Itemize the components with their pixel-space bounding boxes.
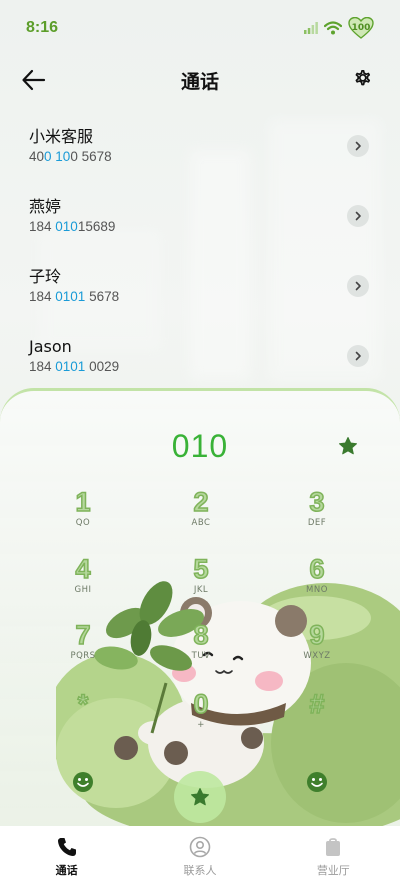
dial-key-0[interactable]: 0 + <box>161 688 241 745</box>
star-icon <box>191 788 209 806</box>
contact-number: 184 0101 5678 <box>29 289 120 304</box>
phone-icon <box>57 838 76 856</box>
contact-name: 子玲 <box>29 267 62 286</box>
contact-number: 184 0101 0029 <box>29 359 120 374</box>
chevron-right-icon[interactable] <box>347 135 369 157</box>
gear-icon[interactable] <box>350 66 374 90</box>
dial-key-8[interactable]: 8 TUV <box>161 619 241 676</box>
contact-number: 184 01015689 <box>29 219 116 234</box>
call-button[interactable] <box>174 771 226 823</box>
dial-key-3[interactable]: 3 DEF <box>277 486 357 543</box>
contact-name: Jason <box>29 337 72 356</box>
dial-key-9[interactable]: 9 WXYZ <box>277 619 357 676</box>
smiley-icon[interactable] <box>72 771 94 793</box>
tab-label: 联系人 <box>183 864 217 877</box>
tab-service-hall[interactable]: 营业厅 <box>267 826 400 889</box>
dial-key-5[interactable]: 5 JKL <box>161 553 241 610</box>
star-icon[interactable] <box>338 436 358 456</box>
contact-list: 小米客服 400 100 5678 燕婷 184 01015689 子玲 184… <box>0 112 400 392</box>
page-title: 通话 <box>180 70 219 93</box>
contact-item[interactable]: 小米客服 400 100 5678 <box>0 112 400 182</box>
dial-key-1[interactable]: 1 QO <box>43 486 123 543</box>
tab-contacts[interactable]: 联系人 <box>133 826 266 889</box>
tab-label: 通话 <box>55 864 78 877</box>
dial-key-4[interactable]: 4 GHI <box>43 553 123 610</box>
contact-name: 小米客服 <box>29 127 94 146</box>
tab-label: 营业厅 <box>316 864 350 877</box>
status-icons: 100 <box>304 17 374 39</box>
arrow-left-icon[interactable] <box>20 66 48 94</box>
contact-item[interactable]: 燕婷 184 01015689 <box>0 182 400 252</box>
dial-key-6[interactable]: 6 MNO <box>277 553 357 610</box>
shopping-bag-icon <box>326 838 341 856</box>
status-bar: 8:16 100 <box>0 0 400 56</box>
dial-key-hash[interactable]: # <box>277 688 357 745</box>
wifi-icon <box>324 21 342 35</box>
status-time: 8:16 <box>26 19 59 36</box>
signal-icon <box>304 22 318 34</box>
chevron-right-icon[interactable] <box>347 205 369 227</box>
dial-key-star[interactable]: * <box>43 688 123 745</box>
contacts-icon <box>189 836 211 858</box>
contact-name: 燕婷 <box>29 197 62 216</box>
chevron-right-icon[interactable] <box>347 345 369 367</box>
bottom-tab-bar: 通话 联系人 营业厅 <box>0 826 400 889</box>
battery-heart-icon: 100 <box>348 17 374 39</box>
contact-item[interactable]: 子玲 184 0101 5678 <box>0 252 400 322</box>
header: 通话 <box>0 58 400 102</box>
battery-level: 100 <box>351 23 371 33</box>
dial-key-2[interactable]: 2 ABC <box>161 486 241 543</box>
contact-item[interactable]: Jason 184 0101 0029 <box>0 322 400 392</box>
dial-key-7[interactable]: 7 PQRS <box>43 619 123 676</box>
chevron-right-icon[interactable] <box>347 275 369 297</box>
tab-calls[interactable]: 通话 <box>0 826 133 889</box>
smiley-icon[interactable] <box>306 771 328 793</box>
dialpad-panel: 010 1 QO 2 ABC 3 DEF 4 GHI 5 JKL 6 MNO 7… <box>0 388 400 826</box>
contact-number: 400 100 5678 <box>29 149 112 164</box>
